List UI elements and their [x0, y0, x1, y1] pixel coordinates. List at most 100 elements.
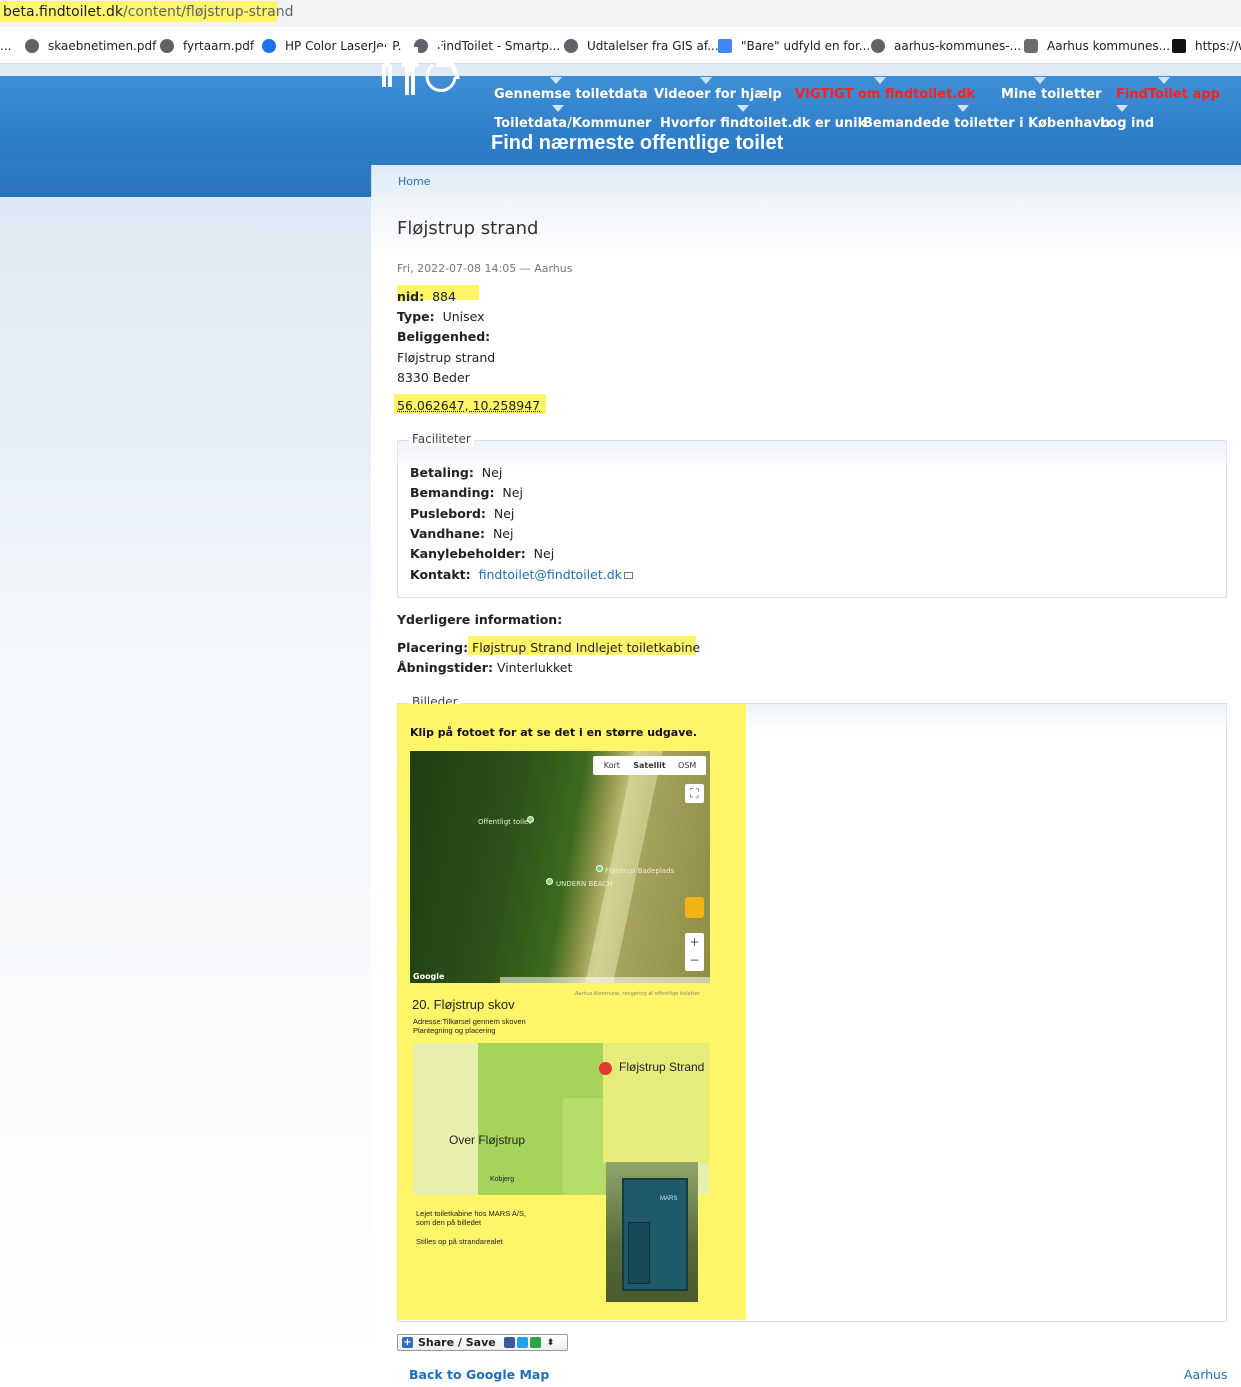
nav-arrow [700, 77, 712, 84]
map-label-over: Over Fløjstrup [449, 1133, 526, 1147]
bookmark-fyrtaarn[interactable]: fyrtaarn.pdf [160, 37, 254, 55]
nav-arrow [957, 105, 969, 112]
pegman-icon[interactable] [685, 897, 704, 918]
nav-mine-toiletter[interactable]: Mine toiletter [1001, 87, 1102, 102]
nav-arrow [1034, 77, 1046, 84]
url-text[interactable]: beta.findtoilet.dk/content/fløjstrup-str… [3, 4, 294, 20]
cabin-brand-text: MARS [660, 1196, 678, 1202]
globe-icon [871, 39, 885, 53]
poi-badeplads: Fløjstrup Badeplads [605, 867, 675, 875]
nav-bemandede-toiletter[interactable]: Bemandede toiletter i København [863, 116, 1110, 131]
map-label-kobjerg: Kobjerg [490, 1176, 515, 1183]
nav-arrow [552, 105, 564, 112]
plan-subtitle: Plantegning og placering [413, 1026, 496, 1035]
poi-marker-icon [546, 878, 553, 885]
nav-vigtigt[interactable]: VIGTIGT om findtoilet.dk [795, 87, 975, 102]
google-logo: Google [413, 972, 445, 981]
contact-email-link[interactable]: findtoilet@findtoilet.dk [479, 567, 622, 582]
dr-icon [1172, 39, 1186, 53]
facility-kontakt: Kontakt: findtoilet@findtoilet.dk [410, 567, 633, 582]
tab-satellit[interactable]: Satellit [631, 756, 669, 775]
share-save-button[interactable]: + Share / Save ⬍ [397, 1334, 568, 1351]
hp-icon [262, 39, 276, 53]
plan-title: 20. Fløjstrup skov [412, 997, 515, 1012]
share-icon [529, 1337, 541, 1348]
bookmark-skaebnetimen[interactable]: skaebnetimen.pdf [25, 37, 156, 55]
post-meta: Fri, 2022-07-08 14:05 — Aarhus [397, 262, 573, 275]
page-title: Fløjstrup strand [397, 218, 539, 239]
photo-caption: Klip på fotoet for at se det i en større… [410, 726, 698, 739]
photo-note-line3: Stilles op på strandarealet [416, 1237, 503, 1246]
poi-offentligt-toilet: Offentligt toilet [478, 818, 532, 826]
facility-vandhane: Vandhane: Nej [410, 526, 514, 541]
map-label-strand: Fløjstrup Strand [619, 1060, 705, 1074]
mail-icon [623, 572, 633, 579]
facility-kanylebeholder: Kanylebeholder: Nej [410, 546, 555, 561]
tab-osm[interactable]: OSM [668, 756, 706, 775]
poi-marker-icon [596, 865, 603, 872]
bookmark-udtalelser[interactable]: Udtalelser fra GIS af... [564, 37, 719, 55]
poi-beach: UNDERN BEACH [556, 880, 613, 888]
city-link-aarhus[interactable]: Aarhus [1184, 1367, 1228, 1382]
cabin-door [628, 1222, 650, 1284]
browser-address-bar[interactable]: beta.findtoilet.dk/content/fløjstrup-str… [0, 0, 1241, 27]
location-marker-icon [599, 1062, 612, 1075]
chevron-down-icon: ⬍ [546, 1337, 555, 1348]
globe-icon [160, 39, 174, 53]
nav-arrow [737, 105, 749, 112]
nav-findtoilet-app[interactable]: FindToilet app [1116, 87, 1220, 102]
bookmark-aarhus-kommunes-1[interactable]: aarhus-kommunes-... [871, 37, 1021, 55]
nav-toiletdata-kommuner[interactable]: Toiletdata/Kommuner [494, 116, 651, 131]
nav-arrow [874, 77, 886, 84]
photo-note-line2: som den på billedet [416, 1218, 482, 1227]
hours-field: Åbningstider: Vinterlukket [397, 660, 573, 675]
bookmark-bare-udfyld[interactable]: "Bare" udfyld en for... [718, 37, 870, 55]
facility-bemanding: Bemanding: Nej [410, 485, 523, 500]
extra-info-heading: Yderligere information: [397, 612, 563, 627]
bookmark-aarhus-kommunes-2[interactable]: Aarhus kommunes... [1024, 37, 1170, 55]
globe-icon [25, 39, 39, 53]
fullscreen-icon[interactable]: ⛶ [685, 784, 704, 803]
left-sidebar-background [0, 197, 371, 1387]
twitter-icon [516, 1337, 528, 1348]
map-attribution-bar [500, 977, 710, 983]
coordinates[interactable]: 56.062647, 10.258947 [397, 398, 540, 413]
nav-gennemse-toiletdata[interactable]: Gennemse toiletdata [494, 87, 648, 102]
zoom-out-icon[interactable]: − [685, 951, 704, 969]
nav-videoer-for-hjaelp[interactable]: Videoer for hjælp [654, 87, 782, 102]
nav-log-ind[interactable]: Log ind [1100, 116, 1154, 131]
location-label: Beliggenhed: [397, 329, 491, 344]
nav-arrow [550, 77, 562, 84]
back-to-google-map-link[interactable]: Back to Google Map [409, 1367, 549, 1382]
tab-kort[interactable]: Kort [593, 756, 631, 775]
plus-icon: + [402, 1337, 413, 1348]
placement-field: Placering: Fløjstrup Strand Indlejet toi… [397, 640, 701, 655]
bookmark-dr[interactable]: https://w [1172, 37, 1241, 55]
facebook-icon [503, 1337, 515, 1348]
globe-icon [564, 39, 578, 53]
nid-field: nid: 884 [397, 289, 456, 304]
map-type-tabs: Kort Satellit OSM [593, 756, 706, 775]
address-line2: 8330 Beder [397, 370, 470, 385]
doc-icon [718, 39, 732, 53]
type-field: Type: Unisex [397, 309, 485, 324]
zoom-in-icon[interactable]: + [685, 933, 704, 951]
url-path: /content/fløjstrup-strand [122, 4, 294, 20]
social-icons [503, 1337, 541, 1348]
poi-marker-icon [527, 816, 534, 823]
nav-arrow [1158, 77, 1170, 84]
breadcrumb-home-link[interactable]: Home [398, 175, 430, 188]
site-title: Find nærmeste offentlige toilet [491, 132, 784, 154]
facility-betaling: Betaling: Nej [410, 465, 503, 480]
zoom-controls: + − [685, 933, 704, 971]
plan-address: Adresse:Tilkørsel gennem skoven [413, 1017, 526, 1026]
facility-puslebord: Puslebord: Nej [410, 506, 515, 521]
nav-hvorfor-unik[interactable]: Hvorfor findtoilet.dk er unik [660, 116, 866, 131]
address-line1: Fløjstrup strand [397, 350, 496, 365]
bookmark-overflow[interactable]: ... [0, 37, 11, 55]
map-source-note: Aarhus Kommune, rengøring af offentlige … [575, 991, 700, 997]
toilet-people-wheelchair-icon [378, 35, 460, 95]
photo-note-line1: Lejet toiletkabine hos MARS A/S, [416, 1209, 527, 1218]
url-host: beta.findtoilet.dk [3, 4, 123, 20]
crest-icon [1024, 39, 1038, 53]
